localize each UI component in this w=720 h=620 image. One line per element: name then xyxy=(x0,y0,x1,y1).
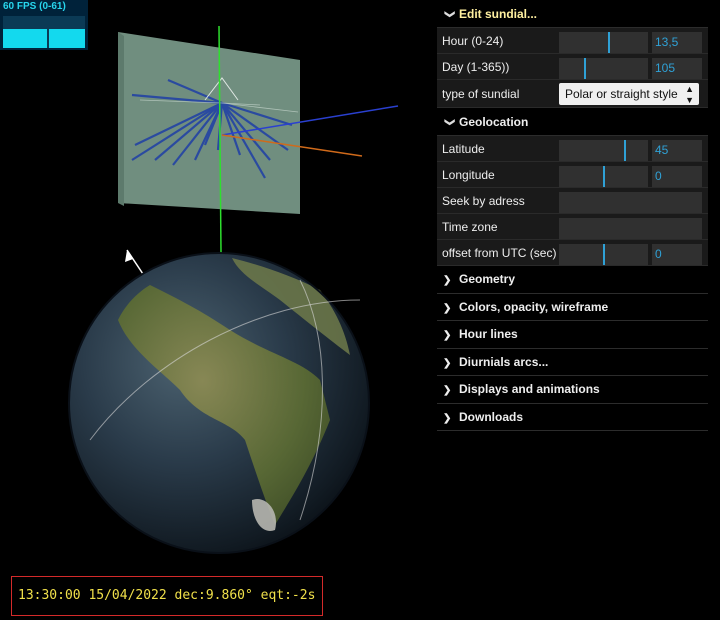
select-arrows-icon: ▲ ▼ xyxy=(685,84,694,105)
day-control: Day (1-365)) 105 xyxy=(437,54,708,80)
chevron-right-icon: ❯ xyxy=(443,412,452,424)
longitude-control: Longitude 0 xyxy=(437,162,708,188)
fps-bar xyxy=(3,28,85,48)
utc-offset-label: offset from UTC (sec) xyxy=(442,246,557,260)
folder-diurnal-arcs[interactable]: ❯ Diurnials arcs... xyxy=(437,348,708,376)
day-label: Day (1-365)) xyxy=(442,60,510,74)
longitude-input[interactable]: 0 xyxy=(652,166,702,187)
folder-title-geolocation: Geolocation xyxy=(459,115,529,129)
fps-graph xyxy=(3,16,85,48)
latitude-slider-knob[interactable] xyxy=(624,140,627,161)
status-readout: 13:30:00 15/04/2022 dec:9.860° eqt:-2s xyxy=(11,576,323,616)
sundial-type-control: type of sundial Polar or straight style … xyxy=(437,80,708,108)
longitude-slider[interactable] xyxy=(559,166,648,187)
latitude-input[interactable]: 45 xyxy=(652,140,702,161)
latitude-label: Latitude xyxy=(442,142,485,156)
longitude-slider-knob[interactable] xyxy=(602,166,605,187)
utc-offset-input[interactable]: 0 xyxy=(652,244,702,265)
hour-input[interactable]: 13,5 xyxy=(652,32,702,53)
time-zone-control: Time zone xyxy=(437,214,708,240)
chevron-right-icon: ❯ xyxy=(443,385,452,396)
folder-title-hour-lines: Hour lines xyxy=(459,327,518,341)
fps-spike xyxy=(47,28,49,48)
chevron-down-icon: ❯ xyxy=(444,10,455,19)
utc-offset-slider-knob[interactable] xyxy=(602,244,605,265)
sundial-plate xyxy=(118,32,300,214)
folder-edit-sundial[interactable]: ❯ Edit sundial... xyxy=(437,0,708,28)
fps-meter[interactable]: 60 FPS (0-61) xyxy=(0,0,88,50)
folder-title-displays: Displays and animations xyxy=(459,382,600,396)
latitude-slider[interactable] xyxy=(559,140,648,161)
day-input[interactable]: 105 xyxy=(652,58,702,79)
sundial-type-select[interactable]: Polar or straight style ▲ ▼ xyxy=(559,83,699,105)
day-slider[interactable] xyxy=(559,58,648,79)
seek-address-input[interactable] xyxy=(559,192,702,213)
time-zone-label: Time zone xyxy=(442,220,498,234)
folder-title-colors: Colors, opacity, wireframe xyxy=(459,299,609,314)
hour-control: Hour (0-24) 13,5 xyxy=(437,28,708,54)
folder-colors[interactable]: ❯ Colors, opacity, wireframe xyxy=(437,293,708,321)
folder-geolocation[interactable]: ❯ Geolocation xyxy=(437,108,708,136)
hour-slider-knob[interactable] xyxy=(607,32,610,53)
earth-globe xyxy=(68,252,370,554)
chevron-down-icon: ❯ xyxy=(444,118,455,127)
folder-title-downloads: Downloads xyxy=(459,409,524,424)
utc-offset-slider[interactable] xyxy=(559,244,648,265)
chevron-right-icon: ❯ xyxy=(443,357,452,369)
chevron-right-icon: ❯ xyxy=(443,330,452,341)
folder-title-edit-sundial: Edit sundial... xyxy=(459,7,538,21)
sundial-type-label: type of sundial xyxy=(442,87,520,101)
folder-geometry[interactable]: ❯ Geometry xyxy=(437,266,708,294)
latitude-control: Latitude 45 xyxy=(437,136,708,162)
folder-hour-lines[interactable]: ❯ Hour lines xyxy=(437,321,708,349)
control-panel: ❯ Edit sundial... Hour (0-24) 13,5 Day (1… xyxy=(437,0,708,431)
3d-viewport[interactable] xyxy=(0,0,436,620)
utc-offset-control: offset from UTC (sec) 0 xyxy=(437,240,708,266)
fps-label: 60 FPS (0-61) xyxy=(3,1,66,12)
longitude-label: Longitude xyxy=(442,168,495,182)
folder-title-diurnal-arcs: Diurnials arcs... xyxy=(459,354,549,369)
north-arrow-icon xyxy=(125,249,144,275)
folder-displays[interactable]: ❯ Displays and animations xyxy=(437,376,708,404)
day-slider-knob[interactable] xyxy=(584,58,587,79)
hour-label: Hour (0-24) xyxy=(442,34,504,48)
sundial-type-value: Polar or straight style xyxy=(565,87,678,101)
seek-address-control: Seek by adress xyxy=(437,188,708,214)
chevron-right-icon: ❯ xyxy=(443,275,452,286)
time-zone-input[interactable] xyxy=(559,218,702,239)
hour-slider[interactable] xyxy=(559,32,648,53)
chevron-right-icon: ❯ xyxy=(443,302,452,314)
folder-title-geometry: Geometry xyxy=(459,272,516,286)
seek-address-label: Seek by adress xyxy=(442,194,525,208)
folder-downloads[interactable]: ❯ Downloads xyxy=(437,403,708,431)
